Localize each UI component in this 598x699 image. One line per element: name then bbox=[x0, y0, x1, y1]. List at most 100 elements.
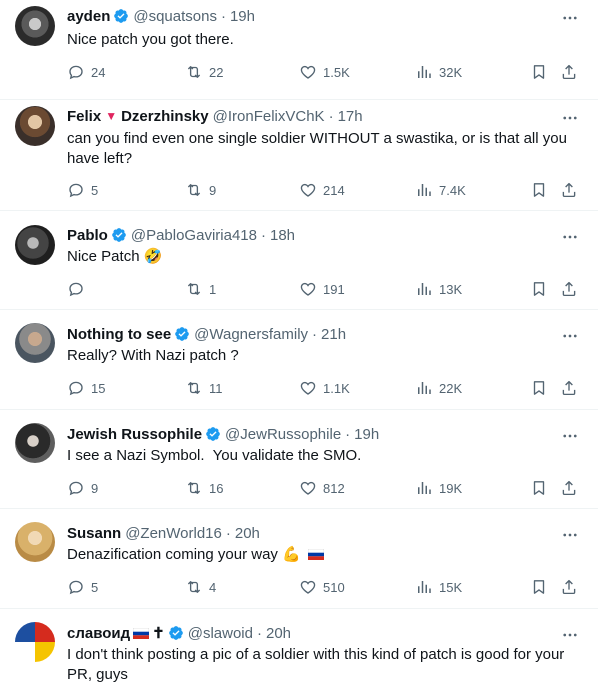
view-count: 7.4K bbox=[439, 182, 466, 198]
like-button[interactable]: 214 bbox=[299, 179, 345, 201]
avatar[interactable] bbox=[15, 225, 55, 265]
timestamp[interactable]: 18h bbox=[270, 227, 295, 244]
repost-button[interactable]: 22 bbox=[185, 61, 223, 83]
display-name[interactable]: Nothing to see bbox=[67, 326, 171, 343]
like-icon bbox=[299, 479, 317, 497]
reply-button[interactable] bbox=[67, 278, 91, 300]
share-button[interactable] bbox=[560, 61, 578, 83]
tweet-2[interactable]: Pablo @PabloGaviria418 · 18h Nice Patch … bbox=[0, 211, 598, 310]
avatar[interactable] bbox=[15, 522, 55, 562]
repost-button[interactable]: 11 bbox=[185, 377, 223, 399]
bookmark-button[interactable] bbox=[530, 377, 548, 399]
user-handle[interactable]: @IronFelixVChK bbox=[213, 108, 325, 125]
tweet-4[interactable]: Jewish Russophile @JewRussophile · 19h I… bbox=[0, 410, 598, 509]
more-icon[interactable] bbox=[560, 525, 580, 545]
bookmark-button[interactable] bbox=[530, 179, 548, 201]
timestamp[interactable]: 19h bbox=[230, 8, 255, 25]
more-icon[interactable] bbox=[560, 108, 580, 128]
timestamp[interactable]: 20h bbox=[235, 525, 260, 542]
repost-count: 9 bbox=[209, 182, 217, 198]
tweet-text: Nice patch you got there. bbox=[67, 31, 234, 48]
like-button[interactable]: 191 bbox=[299, 278, 345, 300]
more-icon[interactable] bbox=[560, 8, 580, 28]
display-name[interactable]: славоид bbox=[67, 625, 130, 642]
share-button[interactable] bbox=[560, 576, 578, 598]
display-name[interactable]: Pablo bbox=[67, 227, 108, 244]
timestamp[interactable]: 17h bbox=[338, 108, 363, 125]
timestamp[interactable]: 21h bbox=[321, 326, 346, 343]
share-button[interactable] bbox=[560, 179, 578, 201]
user-handle[interactable]: @squatsons bbox=[133, 8, 217, 25]
share-button[interactable] bbox=[560, 477, 578, 499]
user-handle[interactable]: @ZenWorld16 bbox=[125, 525, 222, 542]
reply-button[interactable]: 24 bbox=[67, 61, 105, 83]
more-icon[interactable] bbox=[560, 227, 580, 247]
repost-button[interactable]: 9 bbox=[185, 179, 216, 201]
reply-icon bbox=[67, 379, 85, 397]
more-icon[interactable] bbox=[560, 625, 580, 645]
like-count: 510 bbox=[323, 579, 345, 595]
bookmark-icon bbox=[530, 181, 548, 199]
display-name[interactable]: Jewish Russophile bbox=[67, 426, 202, 443]
reply-icon bbox=[67, 578, 85, 596]
bookmark-button[interactable] bbox=[530, 477, 548, 499]
more-icon[interactable] bbox=[560, 326, 580, 346]
display-name-last[interactable]: Dzerzhinsky bbox=[121, 108, 209, 125]
separator: · bbox=[257, 624, 262, 642]
avatar[interactable] bbox=[15, 622, 55, 662]
avatar[interactable] bbox=[15, 106, 55, 146]
views-button[interactable]: 15K bbox=[415, 576, 462, 598]
like-button[interactable]: 1.5K bbox=[299, 61, 350, 83]
views-button[interactable]: 19K bbox=[415, 477, 462, 499]
share-button[interactable] bbox=[560, 278, 578, 300]
display-name[interactable]: ayden bbox=[67, 8, 110, 25]
tweet-5[interactable]: Susann @ZenWorld16 · 20h Denazification … bbox=[0, 509, 598, 609]
display-name-first[interactable]: Felix bbox=[67, 108, 101, 125]
like-button[interactable]: 510 bbox=[299, 576, 345, 598]
reply-feed: ayden @squatsons · 19h Nice patch you go… bbox=[0, 0, 598, 699]
avatar[interactable] bbox=[15, 323, 55, 363]
reply-button[interactable]: 9 bbox=[67, 477, 98, 499]
repost-button[interactable]: 16 bbox=[185, 477, 223, 499]
bookmark-button[interactable] bbox=[530, 278, 548, 300]
action-bar: 15 11 1.1K 22K bbox=[62, 377, 584, 399]
action-bar: 5 9 214 7.4K bbox=[62, 179, 584, 201]
tweet-3[interactable]: Nothing to see @Wagnersfamily · 21h Real… bbox=[0, 310, 598, 410]
avatar[interactable] bbox=[15, 6, 55, 46]
like-button[interactable]: 1.1K bbox=[299, 377, 350, 399]
tweet-text-row: Nice Patch 🤣 bbox=[67, 247, 576, 267]
reply-button[interactable]: 15 bbox=[67, 377, 105, 399]
tweet-1[interactable]: Felix ▼ Dzerzhinsky @IronFelixVChK · 17h… bbox=[0, 100, 598, 211]
views-button[interactable]: 7.4K bbox=[415, 179, 466, 201]
views-button[interactable]: 22K bbox=[415, 377, 462, 399]
bookmark-button[interactable] bbox=[530, 576, 548, 598]
tweet-header: Pablo @PabloGaviria418 · 18h bbox=[67, 225, 295, 245]
avatar[interactable] bbox=[15, 423, 55, 463]
rofl-emoji: 🤣 bbox=[143, 248, 163, 265]
reply-icon bbox=[67, 280, 85, 298]
share-button[interactable] bbox=[560, 377, 578, 399]
verified-badge-icon bbox=[113, 8, 129, 24]
repost-button[interactable]: 4 bbox=[185, 576, 216, 598]
reply-button[interactable]: 5 bbox=[67, 179, 98, 201]
more-icon[interactable] bbox=[560, 426, 580, 446]
repost-button[interactable]: 1 bbox=[185, 278, 216, 300]
timestamp[interactable]: 20h bbox=[266, 625, 291, 642]
like-button[interactable]: 812 bbox=[299, 477, 345, 499]
tweet-0[interactable]: ayden @squatsons · 19h Nice patch you go… bbox=[0, 0, 598, 100]
tweet-text: I don't think posting a pic of a soldier… bbox=[67, 646, 565, 683]
bookmark-button[interactable] bbox=[530, 61, 548, 83]
user-handle[interactable]: @slawoid bbox=[188, 625, 253, 642]
views-icon bbox=[415, 479, 433, 497]
tweet-6[interactable]: славоид ✝ @slawoid · 20h I don't think p… bbox=[0, 609, 598, 699]
like-count: 191 bbox=[323, 281, 345, 297]
views-button[interactable]: 13K bbox=[415, 278, 462, 300]
display-name[interactable]: Susann bbox=[67, 525, 121, 542]
reply-button[interactable]: 5 bbox=[67, 576, 98, 598]
action-bar: 5 4 510 15K bbox=[62, 576, 584, 598]
user-handle[interactable]: @PabloGaviria418 bbox=[131, 227, 257, 244]
user-handle[interactable]: @Wagnersfamily bbox=[194, 326, 308, 343]
timestamp[interactable]: 19h bbox=[354, 426, 379, 443]
views-button[interactable]: 32K bbox=[415, 61, 462, 83]
user-handle[interactable]: @JewRussophile bbox=[225, 426, 341, 443]
